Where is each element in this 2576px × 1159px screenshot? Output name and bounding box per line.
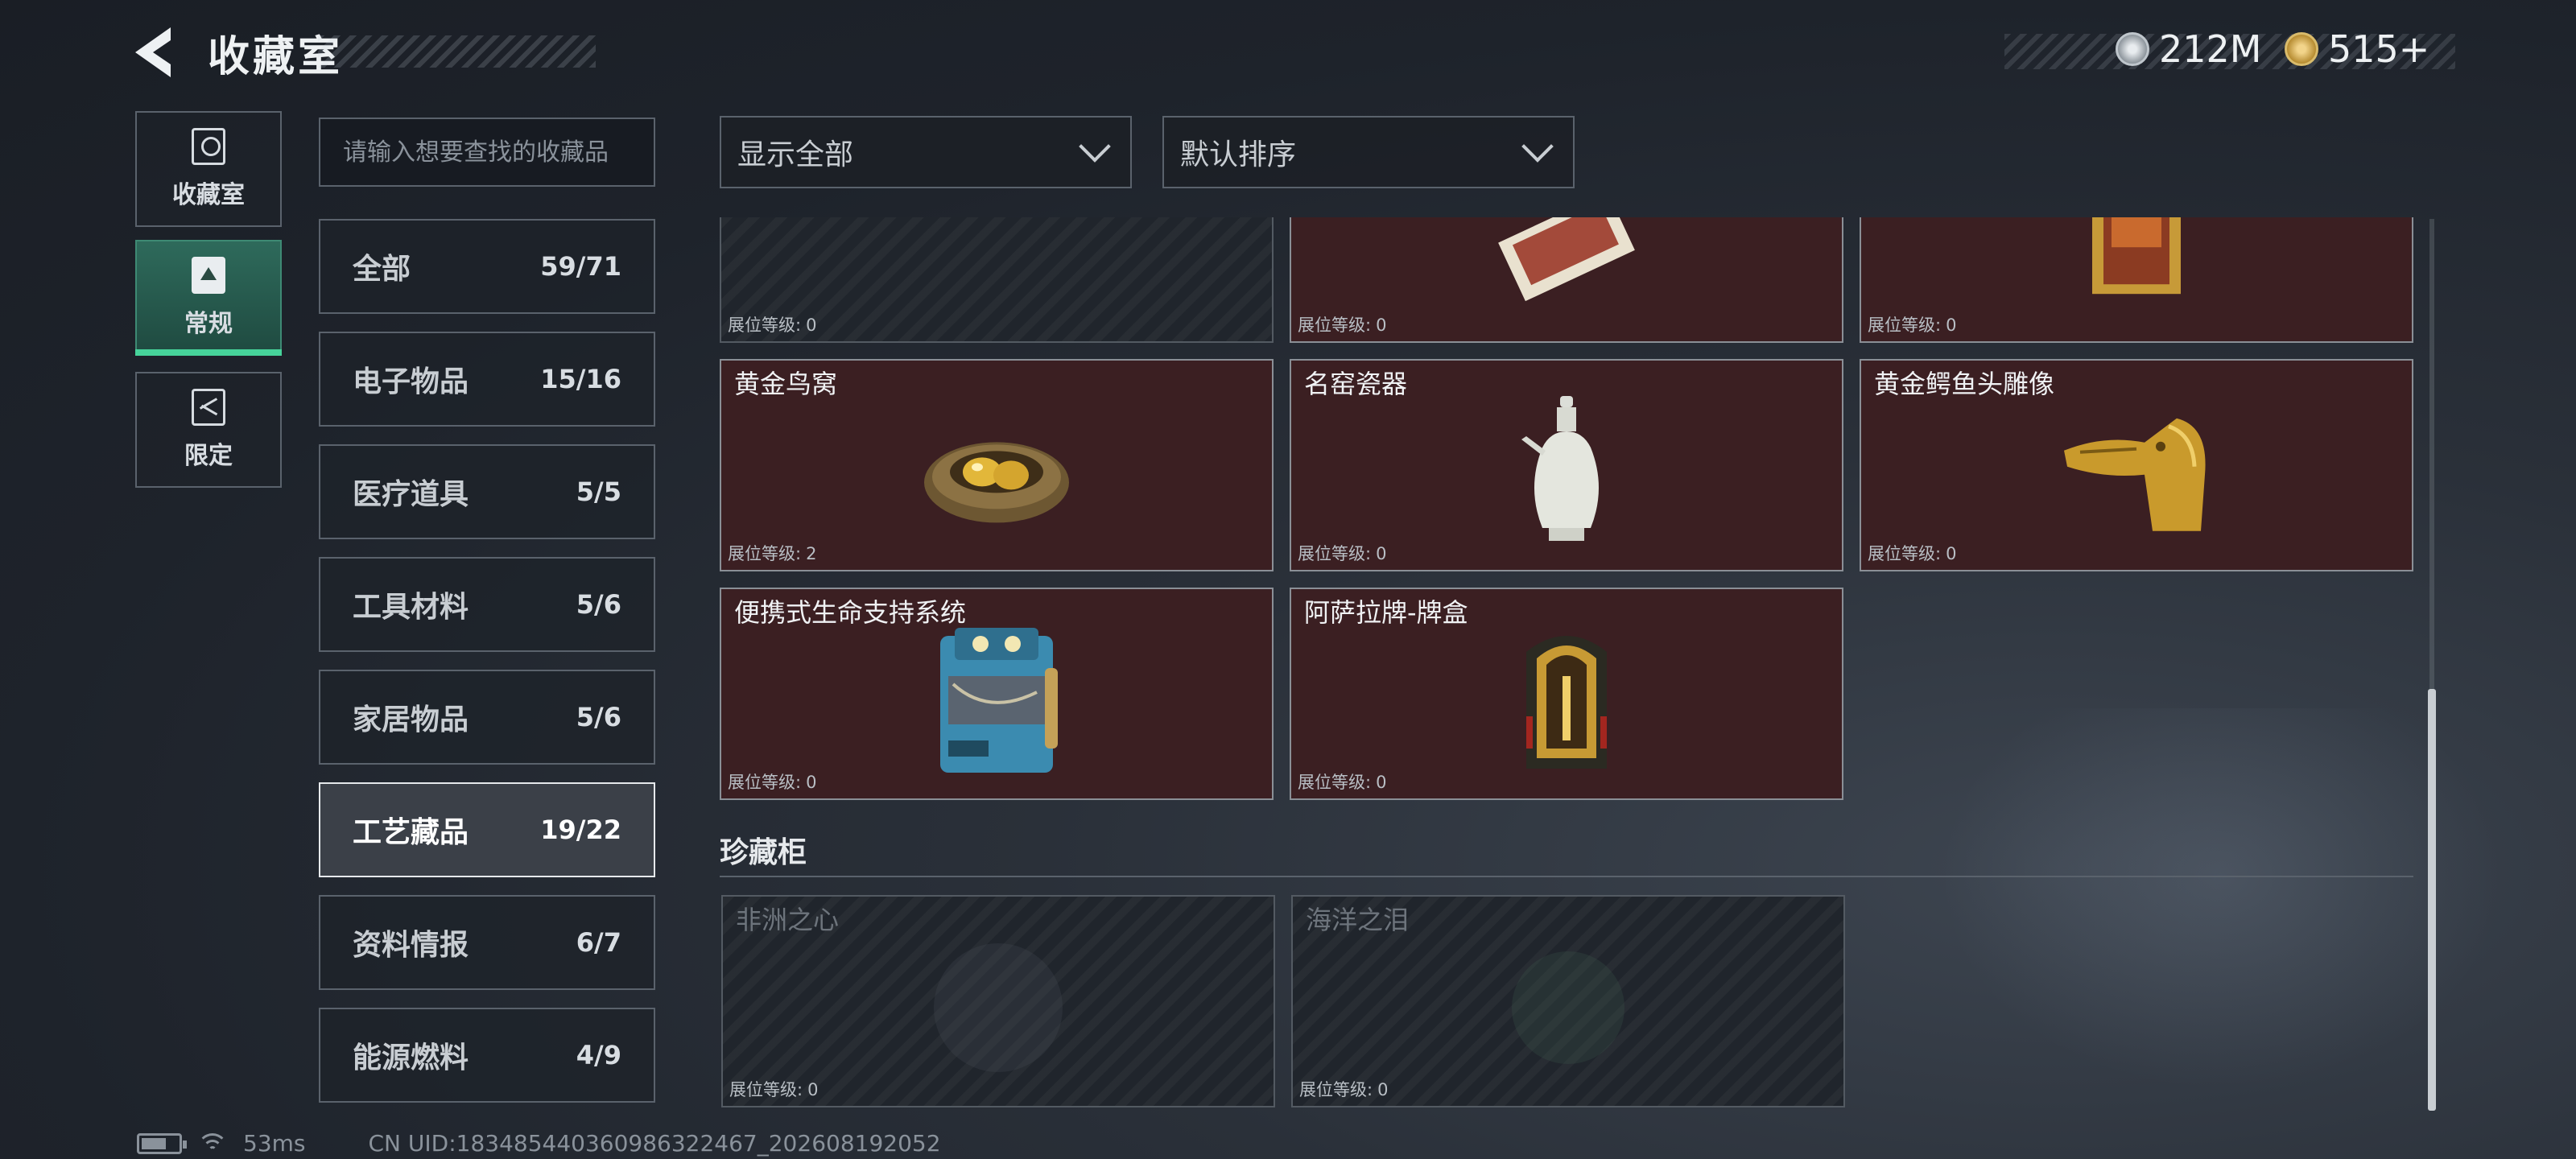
collection-card-porcelain[interactable]: 名窑瓷器 展位等级: 0 <box>1290 359 1843 571</box>
display-level: 展位等级: 0 <box>1298 316 1387 335</box>
category-name: 工具材料 <box>353 591 469 624</box>
category-name: 全部 <box>353 253 411 286</box>
porcelain-vase-icon <box>1521 396 1599 541</box>
currency-silver[interactable]: 212M <box>2116 27 2262 71</box>
rail-tab-label: 收藏室 <box>172 181 245 209</box>
category-name: 资料情报 <box>353 929 469 962</box>
category-count: 5/6 <box>576 702 621 732</box>
card-title: 黄金鸟窝 <box>734 369 838 399</box>
category-intel[interactable]: 资料情报 6/7 <box>319 895 655 990</box>
chevron-down-icon <box>1079 130 1111 163</box>
category-name: 电子物品 <box>353 365 469 398</box>
card-title: 阿萨拉牌-牌盒 <box>1304 597 1468 628</box>
category-count: 15/16 <box>540 364 621 394</box>
display-level: 展位等级: 0 <box>1868 544 1957 563</box>
rail-tab-regular[interactable]: 常规 <box>135 240 282 356</box>
life-support-device-icon <box>940 628 1058 773</box>
collection-card[interactable]: 展位等级: 0 <box>1860 217 2413 343</box>
sort-dropdown[interactable]: 默认排序 <box>1162 116 1575 188</box>
currency-value: 212M <box>2159 27 2262 71</box>
framed-painting-icon <box>2092 217 2181 295</box>
category-count: 19/22 <box>540 815 621 845</box>
trophy-icon <box>192 128 225 165</box>
collection-card-tear-of-ocean[interactable]: 海洋之泪 展位等级: 0 <box>1291 895 1845 1107</box>
tear-of-ocean-icon <box>1512 951 1624 1064</box>
category-count: 59/71 <box>540 251 621 282</box>
collection-card[interactable]: 展位等级: 0 <box>1290 217 1843 343</box>
currency-gold[interactable]: 515+ <box>2285 27 2429 71</box>
painting-scroll-icon <box>1498 217 1635 302</box>
silver-coin-icon <box>2116 32 2149 66</box>
display-filter-dropdown[interactable]: 显示全部 <box>720 116 1132 188</box>
category-name: 能源燃料 <box>353 1041 469 1074</box>
category-count: 5/5 <box>576 476 621 507</box>
ping-value: 53ms <box>243 1130 306 1157</box>
document-icon <box>192 257 225 294</box>
card-box-icon <box>1526 636 1607 769</box>
category-count: 5/6 <box>576 589 621 620</box>
category-crafts[interactable]: 工艺藏品 19/22 <box>319 782 655 877</box>
status-footer: 53ms CN UID:183485440360986322467_202608… <box>137 1130 941 1157</box>
back-button[interactable] <box>129 24 193 80</box>
category-count: 6/7 <box>576 927 621 958</box>
collection-card-heart-of-africa[interactable]: 非洲之心 展位等级: 0 <box>721 895 1275 1107</box>
chevron-down-icon <box>1521 130 1554 163</box>
search-input[interactable] <box>343 138 631 167</box>
display-level: 展位等级: 0 <box>1298 544 1387 563</box>
card-title: 黄金鳄鱼头雕像 <box>1874 369 2055 399</box>
rail-tab-limited[interactable]: 限定 <box>135 372 282 488</box>
display-level: 展位等级: 0 <box>1299 1080 1389 1099</box>
collection-card-gold-crocodile[interactable]: 黄金鳄鱼头雕像 展位等级: 0 <box>1860 359 2413 571</box>
search-box <box>319 118 655 187</box>
collection-card-life-support[interactable]: 便携式生命支持系统 展位等级: 0 <box>720 588 1274 800</box>
section-divider <box>720 876 2413 877</box>
dropdown-value: 默认排序 <box>1180 138 1297 171</box>
category-electronics[interactable]: 电子物品 15/16 <box>319 332 655 427</box>
golden-nest-icon <box>924 442 1069 523</box>
card-title: 非洲之心 <box>736 905 840 935</box>
battery-icon <box>137 1132 187 1154</box>
display-level: 展位等级: 0 <box>729 1080 819 1099</box>
rail-tab-label: 常规 <box>184 310 233 338</box>
limited-icon <box>192 389 225 426</box>
category-count: 4/9 <box>576 1040 621 1070</box>
rail-tab-label: 限定 <box>184 442 233 470</box>
section-title: 珍藏柜 <box>720 836 807 869</box>
title-decoration <box>318 35 596 68</box>
display-level: 展位等级: 2 <box>728 544 817 563</box>
category-name: 家居物品 <box>353 703 469 736</box>
currency-value: 515+ <box>2328 27 2430 71</box>
dropdown-value: 显示全部 <box>737 138 854 171</box>
collection-card-golden-nest[interactable]: 黄金鸟窝 展位等级: 2 <box>720 359 1274 571</box>
category-all[interactable]: 全部 59/71 <box>319 219 655 314</box>
category-name: 医疗道具 <box>353 478 469 511</box>
display-level: 展位等级: 0 <box>728 773 817 792</box>
display-level: 展位等级: 0 <box>1298 773 1387 792</box>
gold-crocodile-head-icon <box>2064 418 2206 531</box>
header: 收藏室 212M 515+ <box>0 0 2576 105</box>
scrollbar-thumb[interactable] <box>2428 689 2436 1111</box>
gold-coin-icon <box>2285 32 2318 66</box>
category-energy[interactable]: 能源燃料 4/9 <box>319 1008 655 1103</box>
card-title: 海洋之泪 <box>1306 905 1410 935</box>
display-level: 展位等级: 0 <box>728 316 817 335</box>
category-name: 工艺藏品 <box>353 816 469 849</box>
user-uid: CN UID:183485440360986322467_20260819205… <box>368 1130 941 1157</box>
collection-card-card-box[interactable]: 阿萨拉牌-牌盒 展位等级: 0 <box>1290 588 1843 800</box>
card-title: 名窑瓷器 <box>1304 369 1408 399</box>
collection-card[interactable]: 展位等级: 0 <box>720 217 1274 343</box>
display-level: 展位等级: 0 <box>1868 316 1957 335</box>
back-arrow-icon <box>135 27 171 77</box>
category-tools[interactable]: 工具材料 5/6 <box>319 557 655 652</box>
category-household[interactable]: 家居物品 5/6 <box>319 670 655 765</box>
category-medical[interactable]: 医疗道具 5/5 <box>319 444 655 539</box>
heart-of-africa-icon <box>934 943 1063 1072</box>
wifi-icon <box>196 1132 229 1156</box>
rail-tab-collection-room[interactable]: 收藏室 <box>135 111 282 227</box>
